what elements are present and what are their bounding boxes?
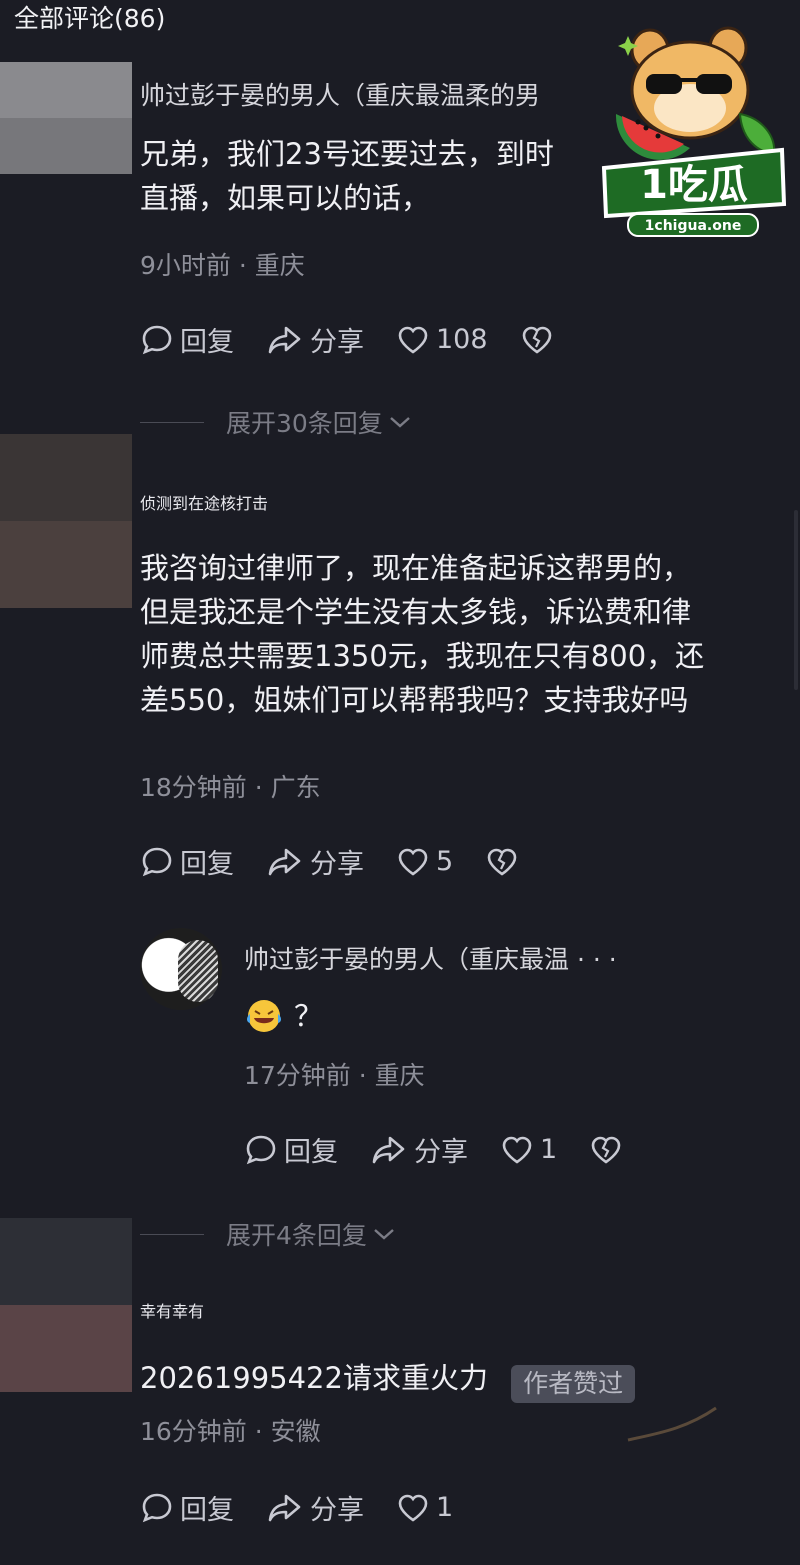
comment-meta: 9小时前 · 重庆 (140, 251, 305, 280)
broken-heart-icon (591, 1136, 621, 1164)
divider-line (140, 1233, 204, 1235)
comment-bubble-icon (142, 1493, 172, 1522)
author-liked-badge: 作者赞过 (511, 1364, 636, 1403)
hamster-mascot-icon: 1吃瓜 1chigua.one (601, 26, 787, 237)
watermark-brand: 1吃瓜 (640, 162, 748, 208)
chevron-down-icon (390, 417, 410, 428)
expand-replies-button[interactable]: 展开30条回复 (140, 404, 413, 440)
comment-text: 20261995422请求重火力 作者赞过 (140, 1356, 770, 1403)
comment-actions: 回复 分享 108 (140, 320, 592, 359)
scrollbar[interactable] (794, 510, 798, 690)
dislike-button[interactable] (520, 323, 560, 357)
reply-author[interactable]: 帅过彭于晏的男人（重庆最温 · · · (244, 940, 684, 976)
share-arrow-icon (268, 848, 301, 875)
reply-actions: 回复 分享 1 (244, 1130, 661, 1169)
like-button[interactable]: 108 (396, 323, 488, 357)
share-button[interactable]: 分享 (266, 320, 364, 359)
laughing-crying-emoji-icon (247, 1000, 281, 1032)
comment-meta: 18分钟前 · 广东 (140, 773, 321, 802)
dislike-button[interactable] (589, 1133, 629, 1167)
avatar[interactable] (0, 1218, 132, 1392)
heart-icon (398, 1494, 428, 1522)
heart-icon (502, 1136, 532, 1164)
comment-bubble-icon (246, 1135, 276, 1164)
reply-meta: 17分钟前 · 重庆 (244, 1061, 425, 1090)
reply-button[interactable]: 回复 (140, 1488, 234, 1527)
reply-text: ？ (244, 994, 770, 1038)
avatar[interactable] (0, 434, 132, 608)
avatar[interactable] (0, 62, 132, 174)
watermark-logo: 1吃瓜 1chigua.one (598, 18, 788, 238)
reply-avatar[interactable] (140, 928, 222, 1010)
reply-button[interactable]: 回复 (244, 1130, 338, 1169)
like-button[interactable]: 1 (500, 1133, 557, 1167)
share-button[interactable]: 分享 (370, 1130, 468, 1169)
comment-bubble-icon (142, 325, 172, 354)
like-button[interactable]: 1 (396, 1491, 453, 1525)
comment-actions: 回复 分享 5 (140, 842, 557, 881)
share-arrow-icon (268, 1494, 301, 1521)
heart-icon (398, 326, 428, 354)
reply-button[interactable]: 回复 (140, 842, 234, 881)
reply-button[interactable]: 回复 (140, 320, 234, 359)
comment-bubble-icon (142, 847, 172, 876)
expand-replies-button[interactable]: 展开4条回复 (140, 1216, 397, 1252)
comment-author[interactable]: 帅过彭于晏的男人（重庆最温柔的男 (140, 76, 620, 112)
like-button[interactable]: 5 (396, 845, 453, 879)
broken-heart-icon (522, 326, 551, 354)
share-button[interactable]: 分享 (266, 842, 364, 881)
comment-text: 我咨询过律师了，现在准备起诉这帮男的， 但是我还是个学生没有太多钱，诉讼费和律 … (140, 551, 705, 717)
heart-icon (398, 848, 428, 876)
comment-actions: 回复 分享 1 (140, 1488, 485, 1527)
dislike-button[interactable] (485, 845, 525, 879)
comment-author[interactable]: 幸有幸有 (140, 1298, 770, 1322)
divider-line (140, 421, 204, 423)
share-button[interactable]: 分享 (266, 1488, 364, 1527)
share-arrow-icon (268, 326, 301, 353)
broken-heart-icon (487, 848, 517, 876)
share-arrow-icon (372, 1136, 405, 1163)
watermark-url: 1chigua.one (645, 218, 742, 234)
comment-author[interactable]: 侦测到在途核打击 (140, 490, 770, 514)
comments-header: 全部评论(86) (14, 4, 166, 33)
decorative-mark (627, 1406, 717, 1442)
chevron-down-icon (374, 1229, 394, 1240)
